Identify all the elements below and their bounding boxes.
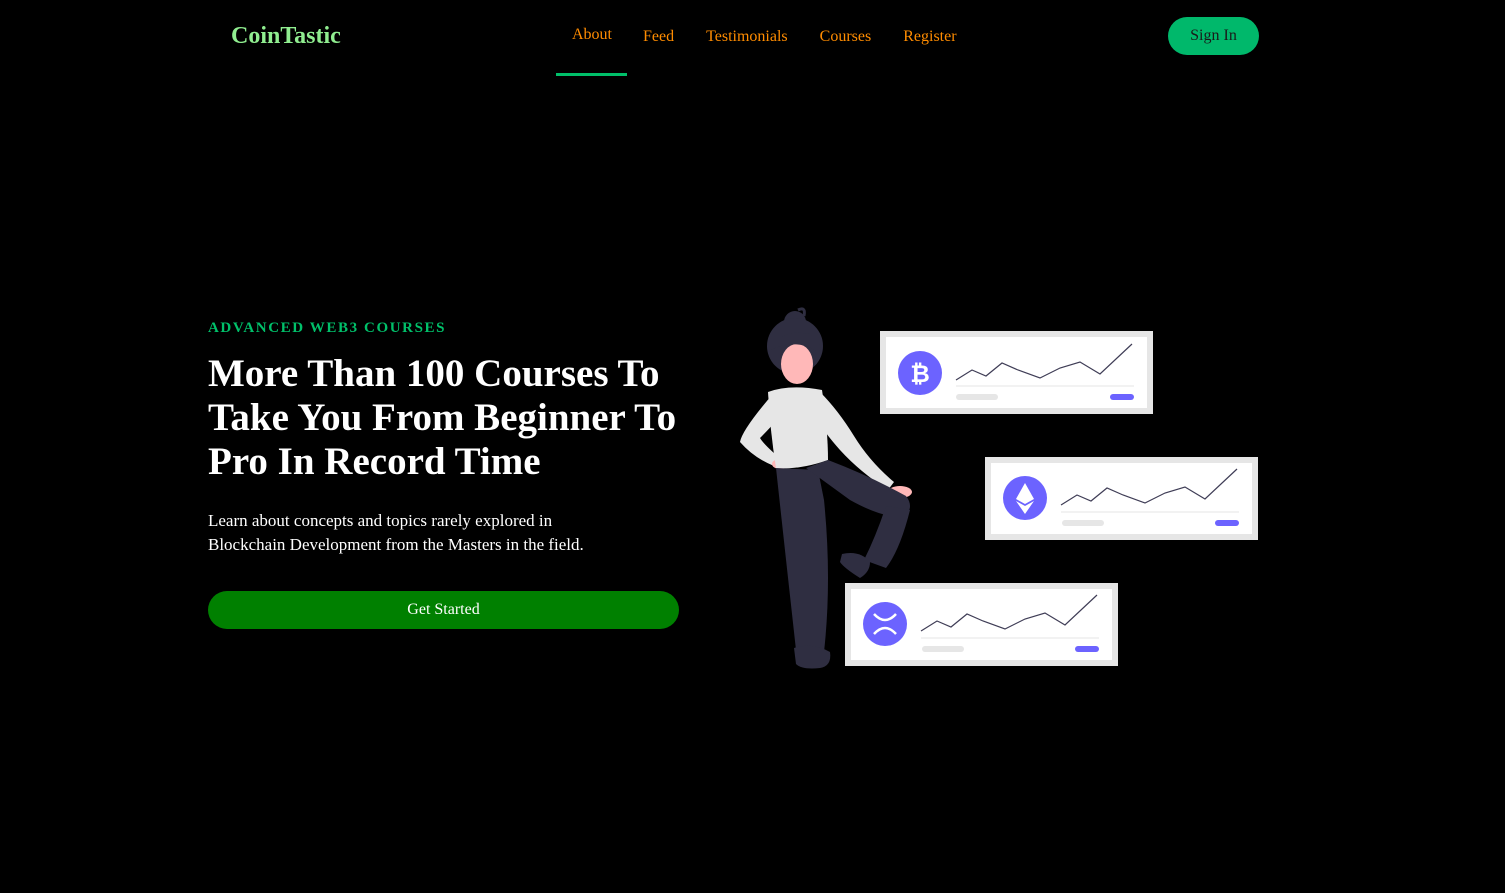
get-started-button[interactable]: Get Started [208, 591, 679, 629]
hero-illustration: ₿ [740, 307, 1258, 669]
hero-headline: More Than 100 Courses To Take You From B… [208, 352, 677, 483]
crypto-card-xrp [845, 583, 1118, 666]
nav-link-feed[interactable]: Feed [643, 0, 674, 47]
bitcoin-icon: ₿ [898, 351, 942, 395]
nav-link-about[interactable]: About [556, 0, 627, 76]
crypto-card-bitcoin: ₿ [880, 331, 1153, 414]
brand-logo[interactable]: CoinTastic [231, 21, 341, 51]
sign-in-button[interactable]: Sign In [1168, 17, 1259, 55]
svg-text:₿: ₿ [910, 360, 930, 388]
nav-link-register[interactable]: Register [903, 0, 956, 47]
main-nav: About Feed Testimonials Courses Register [556, 0, 989, 76]
xrp-icon [863, 602, 907, 646]
crypto-card-ethereum [985, 457, 1258, 540]
hero-description: Learn about concepts and topics rarely e… [208, 511, 584, 554]
ethereum-icon [1003, 476, 1047, 520]
hero-eyebrow: ADVANCED WEB3 COURSES [208, 320, 447, 336]
nav-link-courses[interactable]: Courses [820, 0, 872, 47]
nav-link-testimonials[interactable]: Testimonials [706, 0, 788, 47]
